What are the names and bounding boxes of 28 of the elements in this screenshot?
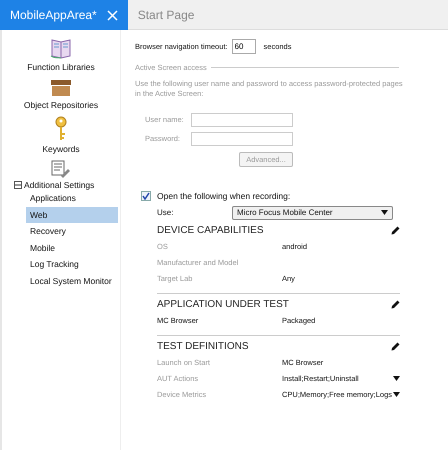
key-icon [54, 116, 68, 142]
section-title: APPLICATION UNDER TEST [157, 298, 289, 310]
checkbox-label: Open the following when recording: [157, 190, 290, 200]
tree-item[interactable]: Log Tracking [26, 256, 118, 272]
pencil-icon[interactable] [391, 300, 400, 308]
use-dropdown[interactable]: Micro Focus Mobile Center [232, 206, 393, 220]
tree-item[interactable]: Applications [26, 190, 118, 206]
caret-icon [381, 210, 388, 215]
sidebar-item[interactable]: Object Repositories [24, 100, 98, 110]
pencil-icon[interactable] [391, 226, 400, 234]
tree-item[interactable]: Mobile [26, 240, 118, 256]
tree-item[interactable]: Additional Settings [24, 180, 94, 190]
checkbox[interactable] [141, 190, 151, 200]
section-title: DEVICE CAPABILITIES [157, 224, 264, 236]
tree-item[interactable]: Local System Monitor [26, 272, 118, 289]
settings-icon [51, 160, 71, 178]
sidebar-item[interactable]: Keywords [42, 144, 80, 154]
collapse-icon[interactable] [14, 181, 22, 189]
tab[interactable]: MobileAppArea* [0, 0, 128, 30]
sidebar-item[interactable]: Function Libraries [27, 62, 95, 72]
chest-icon [49, 78, 73, 98]
use-label: Use: [157, 208, 174, 217]
section-title: TEST DEFINITIONS [157, 340, 248, 352]
pencil-icon[interactable] [391, 342, 400, 350]
close-icon[interactable] [106, 10, 118, 20]
tree-item[interactable]: Recovery [26, 223, 118, 240]
timeout-field[interactable]: 60 [232, 39, 256, 54]
tree-item[interactable]: Web [26, 206, 118, 223]
